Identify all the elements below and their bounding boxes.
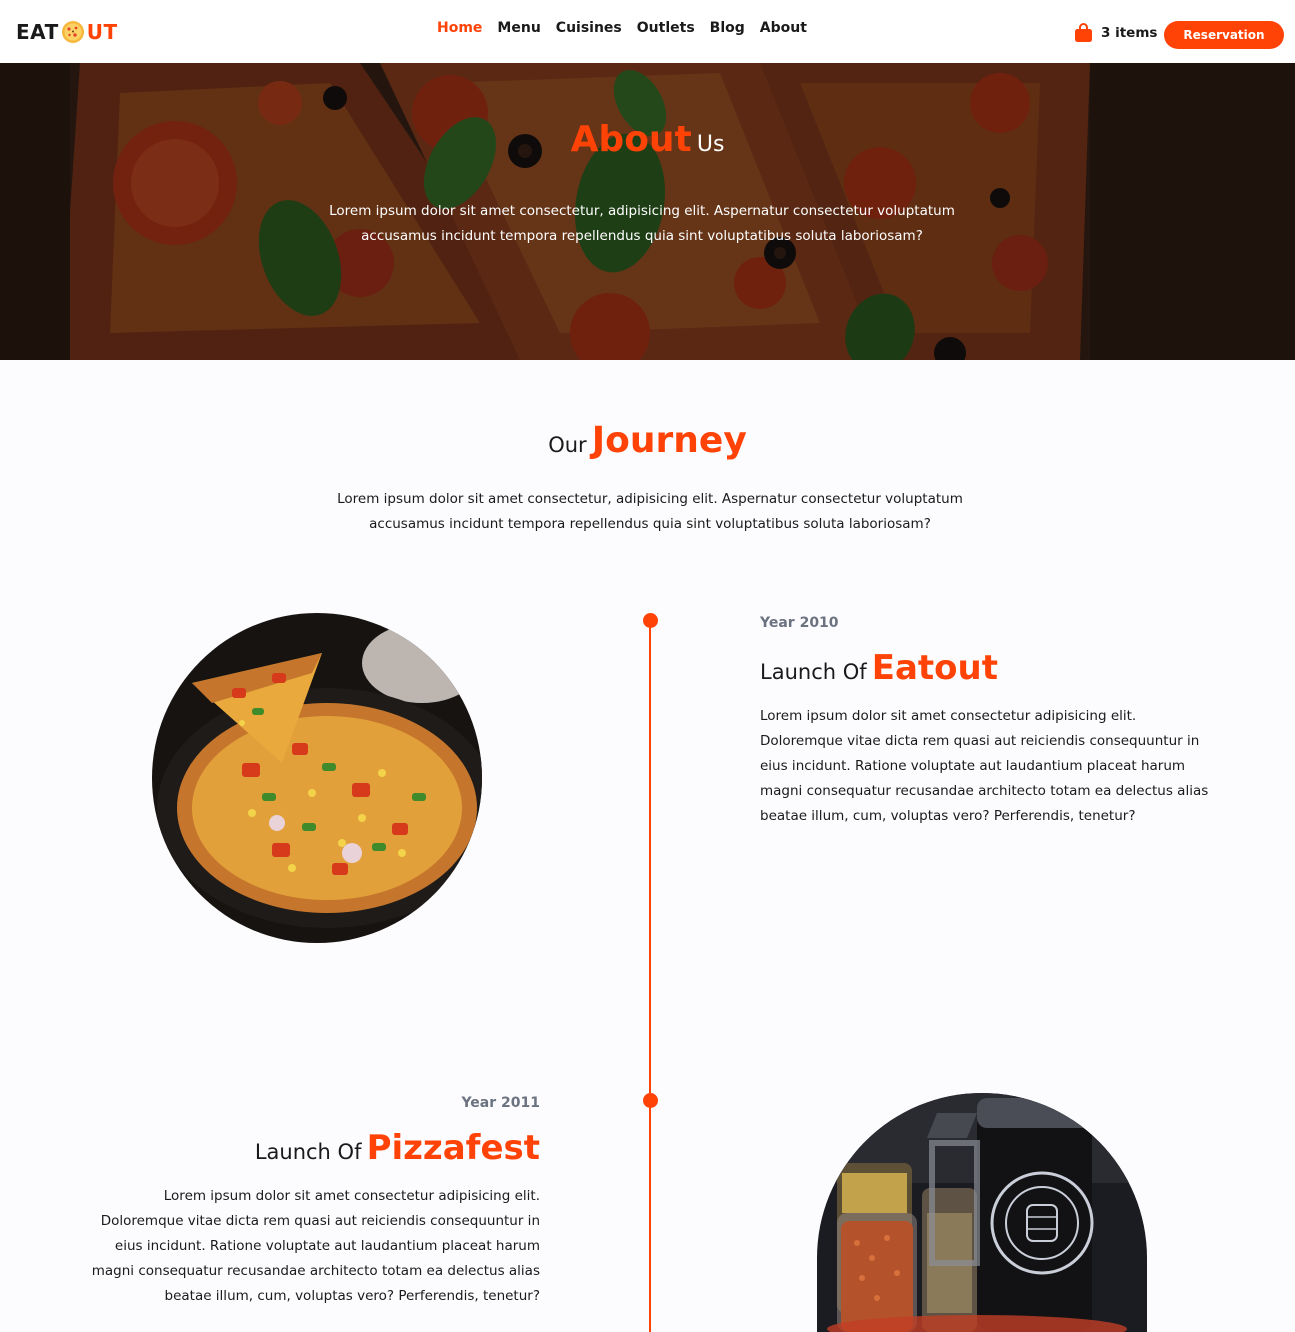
nav-about[interactable]: About: [760, 20, 807, 36]
logo-text-left: EAT: [16, 20, 59, 44]
item-description: Lorem ipsum dolor sit amet consectetur a…: [91, 1188, 540, 1304]
cart-count: 3 items: [1101, 25, 1158, 41]
pizza-icon: [61, 20, 85, 44]
reservation-button[interactable]: Reservation: [1164, 21, 1284, 49]
item-title: Launch Of Pizzafest: [140, 1128, 540, 1168]
journey-description: Lorem ipsum dolor sit amet consectetur, …: [337, 491, 963, 532]
hero-title: About Us: [0, 119, 1295, 160]
item-year: Year 2010: [760, 615, 839, 631]
nav-home[interactable]: Home: [437, 20, 482, 36]
shopping-bag-icon: [1074, 23, 1093, 43]
journey-title-plain: Our: [548, 433, 587, 457]
item-title-plain: Launch Of: [760, 660, 867, 684]
nav-cuisines[interactable]: Cuisines: [556, 20, 622, 36]
hero-title-accent: About: [570, 119, 692, 160]
item-year: Year 2011: [461, 1095, 540, 1111]
journey-title: Our Journey: [0, 420, 1295, 461]
item-title-accent: Pizzafest: [366, 1128, 540, 1168]
nav-outlets[interactable]: Outlets: [637, 20, 695, 36]
nav-blog[interactable]: Blog: [710, 20, 745, 36]
site-header: EAT UT Home Menu Cuisines Outlets Blog A…: [0, 0, 1295, 63]
timeline-dot: [643, 1093, 658, 1108]
hero-banner: About Us Lorem ipsum dolor sit amet cons…: [0, 63, 1295, 360]
item-title-plain: Launch Of: [254, 1140, 362, 1164]
timeline-line: [649, 621, 651, 1332]
logo[interactable]: EAT UT: [16, 18, 118, 46]
timeline-dot: [643, 613, 658, 628]
item-title: Launch Of Eatout: [760, 648, 998, 688]
beer-photo: [817, 1093, 1147, 1332]
nav-menu[interactable]: Menu: [497, 20, 540, 36]
item-description: Lorem ipsum dolor sit amet consectetur a…: [760, 708, 1209, 824]
journey-title-accent: Journey: [591, 420, 747, 461]
hero-description: Lorem ipsum dolor sit amet consectetur, …: [329, 203, 955, 244]
pizza-photo: [152, 613, 482, 943]
cart[interactable]: 3 items: [1074, 23, 1157, 43]
item-title-accent: Eatout: [871, 648, 998, 688]
hero-title-plain: Us: [696, 132, 725, 157]
logo-text-right: UT: [86, 20, 118, 44]
main-nav: Home Menu Cuisines Outlets Blog About: [437, 20, 807, 36]
